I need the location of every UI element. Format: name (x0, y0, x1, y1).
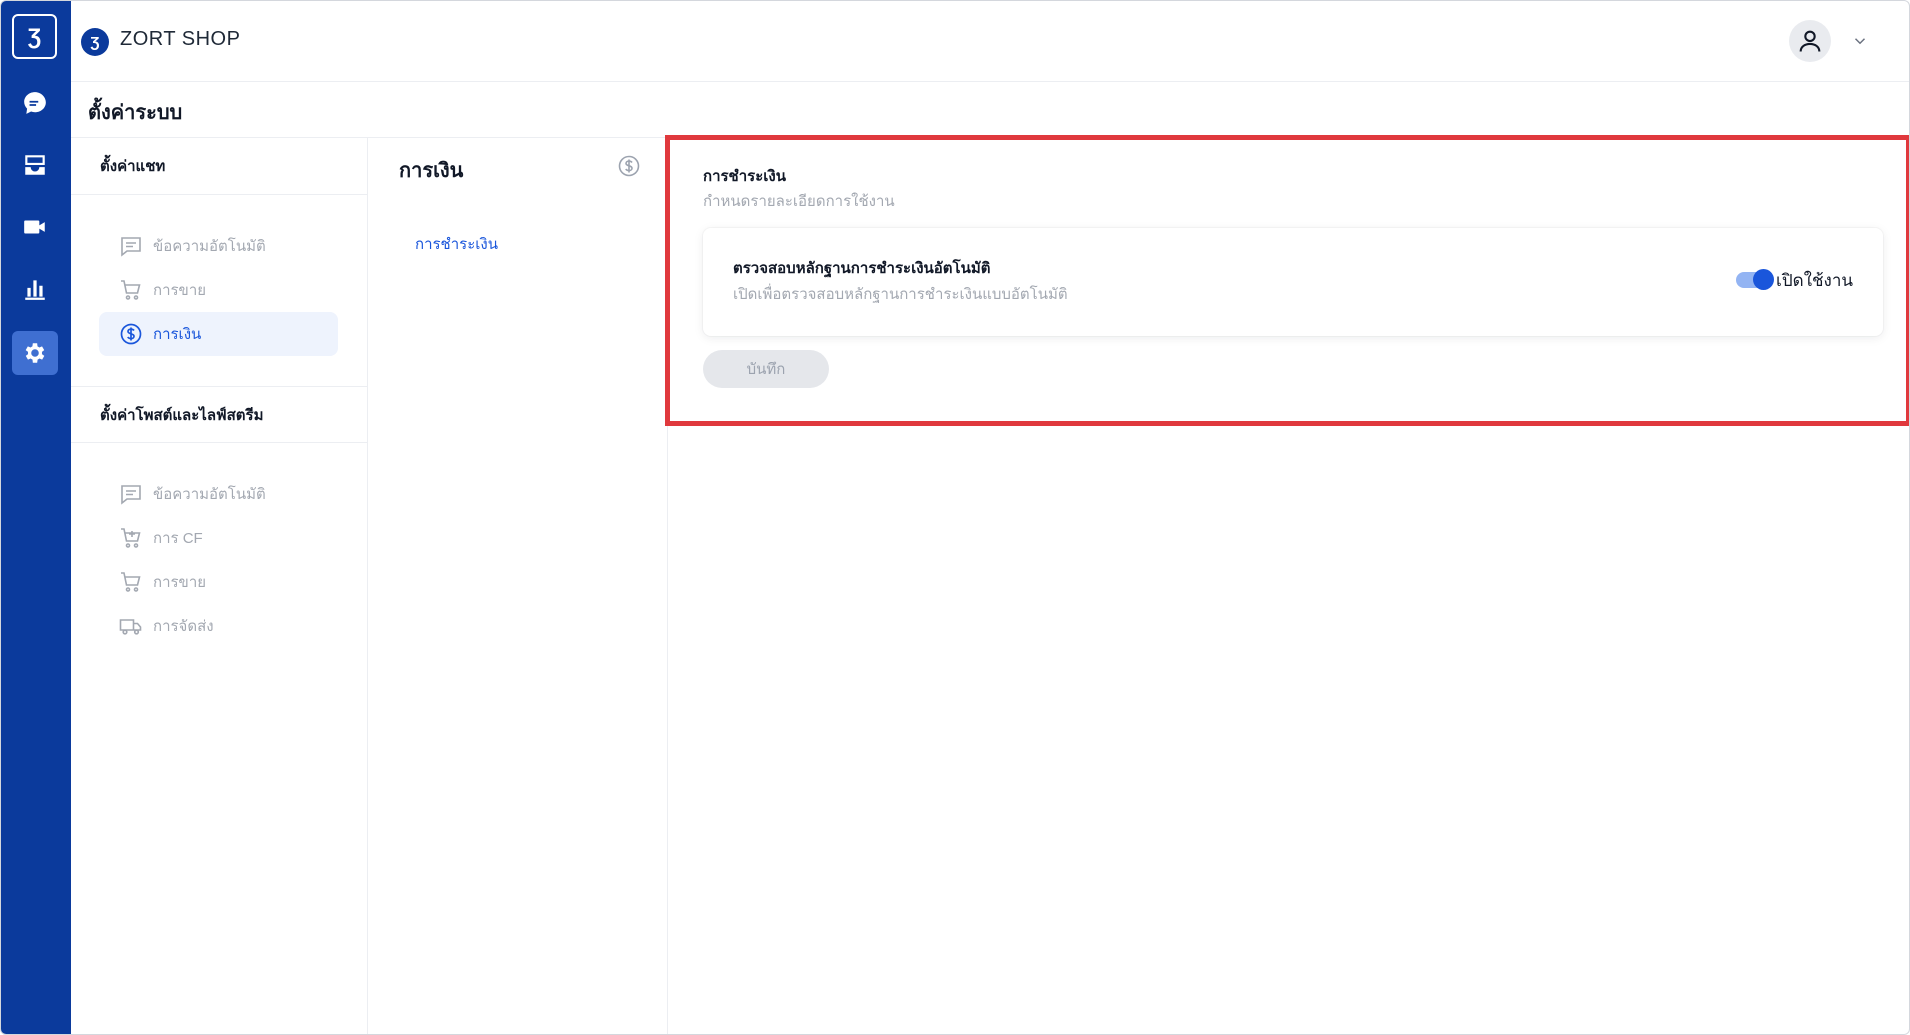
toggle-label: เปิดใช้งาน (1776, 271, 1853, 290)
dollar-icon (618, 155, 640, 177)
chat-icon (24, 92, 46, 114)
rail-chat-button[interactable] (12, 81, 58, 125)
dollar-icon (119, 322, 143, 346)
sidebar-item-label: การขาย (153, 282, 207, 299)
sidebar-item-label: การเงิน (153, 326, 202, 343)
gear-icon (25, 343, 45, 363)
payment-settings-panel: การชำระเงิน กำหนดรายละเอียดการใช้งาน ตรว… (665, 135, 1909, 426)
finance-submenu: การเงิน การชำระเงิน (369, 138, 668, 1034)
enable-toggle[interactable] (1736, 269, 1774, 290)
sidebar-item-label: ข้อความอัตโนมัติ (153, 238, 266, 255)
avatar[interactable] (1789, 20, 1831, 62)
chevron-down-icon[interactable] (1851, 32, 1869, 50)
rail-video-button[interactable] (12, 205, 58, 249)
auto-payment-check-card: ตรวจสอบหลักฐานการชำระเงินอัตโนมัติ เปิดเ… (703, 228, 1883, 336)
divider (71, 386, 367, 387)
panel-subtitle: กำหนดรายละเอียดการใช้งาน (703, 193, 895, 210)
logo-glyph: Ʒ (27, 23, 42, 49)
panel-title: การชำระเงิน (703, 168, 786, 185)
cart-icon (119, 570, 143, 594)
message-icon (119, 234, 143, 258)
sidebar-item-chat-auto-message[interactable]: ข้อความอัตโนมัติ (99, 224, 338, 268)
sidebar-item-chat-finance[interactable]: การเงิน (99, 312, 338, 356)
toggle-knob (1753, 269, 1774, 290)
sidebar-item-post-shipping[interactable]: การจัดส่ง (99, 604, 338, 648)
cart-plus-icon (119, 526, 143, 550)
sidebar-item-label: ข้อความอัตโนมัติ (153, 486, 266, 503)
post-settings-title: ตั้งค่าโพสต์และไลฟ์สตรีม (100, 407, 264, 424)
submenu-link-payment[interactable]: การชำระเงิน (415, 232, 498, 256)
bar-chart-icon (25, 280, 45, 300)
sidebar-item-label: การ CF (153, 530, 203, 547)
sidebar-item-post-auto-message[interactable]: ข้อความอัตโนมัติ (99, 472, 338, 516)
truck-icon (119, 614, 143, 638)
app-window: Ʒ Ʒ ZORT SHOP ตั้งค่าระบบ ตั้งค่าแชท ข้อ… (0, 0, 1910, 1035)
card-subtitle: เปิดเพื่อตรวจสอบหลักฐานการชำระเงินแบบอัต… (733, 286, 1068, 303)
inbox-icon (25, 155, 45, 175)
top-bar: Ʒ ZORT SHOP (71, 1, 1909, 82)
brand-logo: Ʒ (81, 28, 109, 56)
message-icon (119, 482, 143, 506)
video-icon (24, 220, 45, 234)
divider (71, 442, 367, 443)
sidebar-item-label: การจัดส่ง (153, 618, 214, 635)
settings-sidebar: ตั้งค่าแชท ข้อความอัตโนมัติ การขาย การเง… (71, 138, 368, 1034)
submenu-title: การเงิน (399, 160, 464, 182)
save-button[interactable]: บันทึก (703, 350, 829, 388)
sidebar-item-post-sales[interactable]: การขาย (99, 560, 338, 604)
rail-logo[interactable]: Ʒ (12, 14, 57, 59)
sidebar-item-chat-sales[interactable]: การขาย (99, 268, 338, 312)
rail-inbox-button[interactable] (12, 143, 58, 187)
sidebar-item-label: การขาย (153, 574, 207, 591)
rail-settings-button[interactable] (12, 331, 58, 375)
page-title: ตั้งค่าระบบ (88, 102, 183, 124)
shop-name: ZORT SHOP (120, 28, 241, 50)
divider (71, 194, 367, 195)
cart-icon (119, 278, 143, 302)
left-rail: Ʒ (1, 1, 71, 1034)
chat-settings-title: ตั้งค่าแชท (100, 158, 166, 175)
sidebar-item-post-cf[interactable]: การ CF (99, 516, 338, 560)
user-icon (1799, 30, 1821, 52)
card-title: ตรวจสอบหลักฐานการชำระเงินอัตโนมัติ (733, 260, 991, 277)
rail-analytics-button[interactable] (12, 267, 58, 311)
